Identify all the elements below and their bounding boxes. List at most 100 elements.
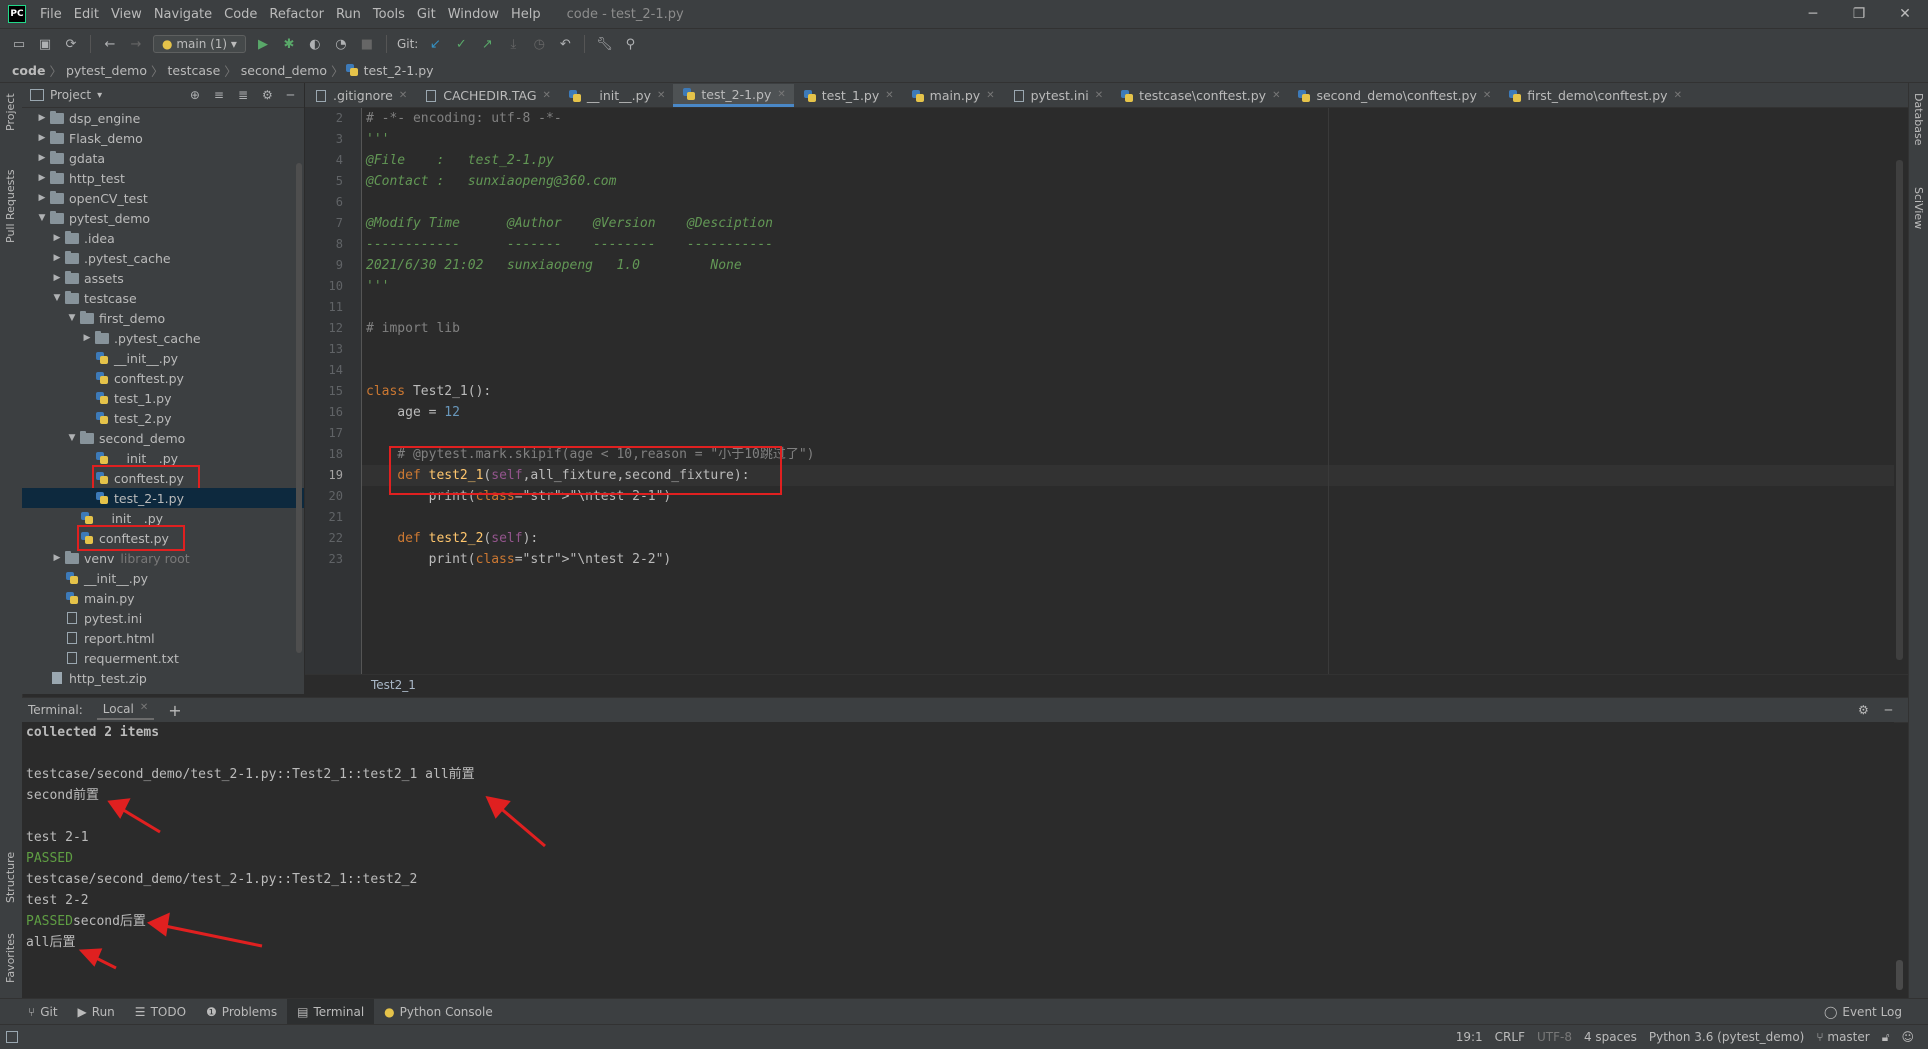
profile-icon[interactable]: ◔ [330, 33, 352, 55]
file-encoding[interactable]: UTF-8 [1531, 1030, 1578, 1044]
tree-item[interactable]: conftest.py [22, 368, 304, 388]
git-fetch-icon[interactable]: ⤓ [502, 33, 524, 55]
menu-help[interactable]: Help [505, 7, 547, 22]
gear-icon[interactable]: ⚙ [262, 88, 273, 102]
tool-run[interactable]: ▶ Run [68, 1005, 125, 1019]
menu-navigate[interactable]: Navigate [148, 7, 218, 22]
pull-requests-tool-button[interactable]: Pull Requests [4, 170, 17, 243]
tool-todo[interactable]: ☰ TODO [125, 1005, 196, 1019]
lock-icon[interactable]: 🔓︎ [1876, 1030, 1896, 1045]
database-tool-button[interactable]: Database [1912, 93, 1925, 146]
debug-icon[interactable]: ✱ [278, 33, 300, 55]
code-line[interactable]: age = 12 [362, 402, 1894, 423]
settings-wrench-icon[interactable]: 🔧︎ [593, 33, 615, 55]
tool-terminal[interactable]: ▤ Terminal [287, 999, 375, 1025]
tree-item[interactable]: ▼ testcase [22, 288, 304, 308]
minimize-icon[interactable]: ─ [1790, 6, 1836, 22]
expand-all-icon[interactable]: ≡ [214, 88, 224, 102]
close-tab-icon[interactable]: ✕ [1272, 90, 1280, 101]
close-tab-icon[interactable]: ✕ [399, 90, 407, 101]
stop-icon[interactable]: ■ [356, 33, 378, 55]
chevron-down-icon[interactable]: ▼ [65, 433, 79, 443]
chevron-right-icon[interactable]: ▶ [35, 133, 49, 143]
chevron-right-icon[interactable]: ▶ [50, 253, 64, 263]
git-rollback-icon[interactable]: ↶ [554, 33, 576, 55]
breadcrumb-pytest-demo[interactable]: pytest_demo [62, 63, 151, 78]
chevron-right-icon[interactable]: ▶ [35, 153, 49, 163]
close-tab-icon[interactable]: ✕ [986, 90, 994, 101]
chevron-down-icon[interactable]: ▼ [50, 293, 64, 303]
notifications-icon[interactable]: ☺ [1895, 1030, 1928, 1044]
tree-item[interactable]: ▼ first_demo [22, 308, 304, 328]
menu-file[interactable]: File [34, 7, 68, 22]
chevron-down-icon[interactable]: ▼ [35, 213, 49, 223]
tree-item[interactable]: ▶ gdata [22, 148, 304, 168]
chevron-down-icon[interactable]: ▾ [97, 90, 102, 101]
tree-item[interactable]: conftest.py [22, 525, 304, 551]
project-view-select[interactable]: Project [50, 88, 91, 102]
code-line[interactable]: # import lib [362, 318, 1894, 339]
menu-git[interactable]: Git [411, 7, 442, 22]
menu-run[interactable]: Run [330, 7, 367, 22]
code-line[interactable] [362, 297, 1894, 318]
code-line[interactable] [362, 192, 1894, 213]
tree-item[interactable]: requerment.txt [22, 648, 304, 668]
tree-item[interactable]: conftest.py [22, 465, 304, 491]
project-scrollbar[interactable] [296, 163, 302, 653]
tree-item[interactable]: http_test.zip [22, 668, 304, 688]
editor-tab[interactable]: test_2-1.py ✕ [673, 84, 794, 107]
layout-icon[interactable] [6, 1031, 18, 1043]
search-icon[interactable]: ⚲ [619, 33, 641, 55]
close-tab-icon[interactable]: ✕ [885, 90, 893, 101]
close-tab-icon[interactable]: ✕ [777, 89, 785, 100]
chevron-right-icon[interactable]: ▶ [80, 333, 94, 343]
tab-local[interactable]: Local ✕ [96, 700, 155, 720]
hide-icon[interactable]: ─ [1885, 703, 1892, 717]
tree-item[interactable]: ▶ openCV_test [22, 188, 304, 208]
close-tab-icon[interactable]: ✕ [140, 702, 148, 716]
tool-event-log[interactable]: ◯ Event Log [1814, 1005, 1928, 1019]
editor-tab[interactable]: test_1.py ✕ [794, 84, 902, 107]
tool-python-console[interactable]: ● Python Console [374, 1005, 503, 1019]
terminal-output[interactable]: collected 2 items testcase/second_demo/te… [22, 722, 1894, 998]
editor-tab[interactable]: testcase\conftest.py ✕ [1111, 84, 1288, 107]
menu-code[interactable]: Code [218, 7, 263, 22]
coverage-icon[interactable]: ◐ [304, 33, 326, 55]
git-update-icon[interactable]: ↙ [424, 33, 446, 55]
python-interpreter[interactable]: Python 3.6 (pytest_demo) [1643, 1030, 1810, 1044]
editor-tab[interactable]: CACHEDIR.TAG ✕ [415, 84, 559, 107]
code-line[interactable]: @File : test_2-1.py [362, 150, 1894, 171]
chevron-right-icon[interactable]: ▶ [35, 193, 49, 203]
tree-item[interactable]: ▶ Flask_demo [22, 128, 304, 148]
editor-tab[interactable]: pytest.ini ✕ [1003, 84, 1112, 107]
chevron-right-icon[interactable]: ▶ [50, 233, 64, 243]
code-editor[interactable]: # -*- encoding: utf-8 -*- ''' @File : test… [362, 108, 1894, 674]
close-tab-icon[interactable]: ✕ [1483, 90, 1491, 101]
menu-view[interactable]: View [105, 7, 148, 22]
structure-crumb-class[interactable]: Test2_1 [371, 678, 416, 692]
code-line[interactable]: ''' [362, 276, 1894, 297]
editor-tab[interactable]: __init__.py ✕ [559, 84, 673, 107]
tree-item[interactable]: ▶ dsp_engine [22, 108, 304, 128]
structure-tool-button[interactable]: Structure [4, 852, 17, 903]
tree-item[interactable]: test_2-1.py [22, 488, 304, 508]
close-tab-icon[interactable]: ✕ [657, 90, 665, 101]
tree-item[interactable]: __init__.py [22, 568, 304, 588]
git-history-icon[interactable]: ◷ [528, 33, 550, 55]
chevron-right-icon[interactable]: ▶ [50, 273, 64, 283]
caret-position[interactable]: 19:1 [1450, 1030, 1489, 1044]
tree-item[interactable]: test_1.py [22, 388, 304, 408]
code-line[interactable] [362, 507, 1894, 528]
editor-scrollbar[interactable] [1896, 160, 1903, 660]
chevron-right-icon[interactable]: ▶ [35, 173, 49, 183]
breadcrumb-code[interactable]: code [8, 63, 49, 78]
restore-icon[interactable]: ❐ [1836, 6, 1882, 22]
tree-item[interactable]: main.py [22, 588, 304, 608]
code-line[interactable]: def test2_2(self): [362, 528, 1894, 549]
code-line[interactable] [362, 339, 1894, 360]
tool-git[interactable]: ⑂ Git [18, 1005, 68, 1019]
tree-item[interactable]: test_2.py [22, 408, 304, 428]
breadcrumb-testcase[interactable]: testcase [164, 63, 225, 78]
tree-item[interactable]: pytest.ini [22, 608, 304, 628]
locate-icon[interactable]: ⊕ [190, 88, 200, 102]
